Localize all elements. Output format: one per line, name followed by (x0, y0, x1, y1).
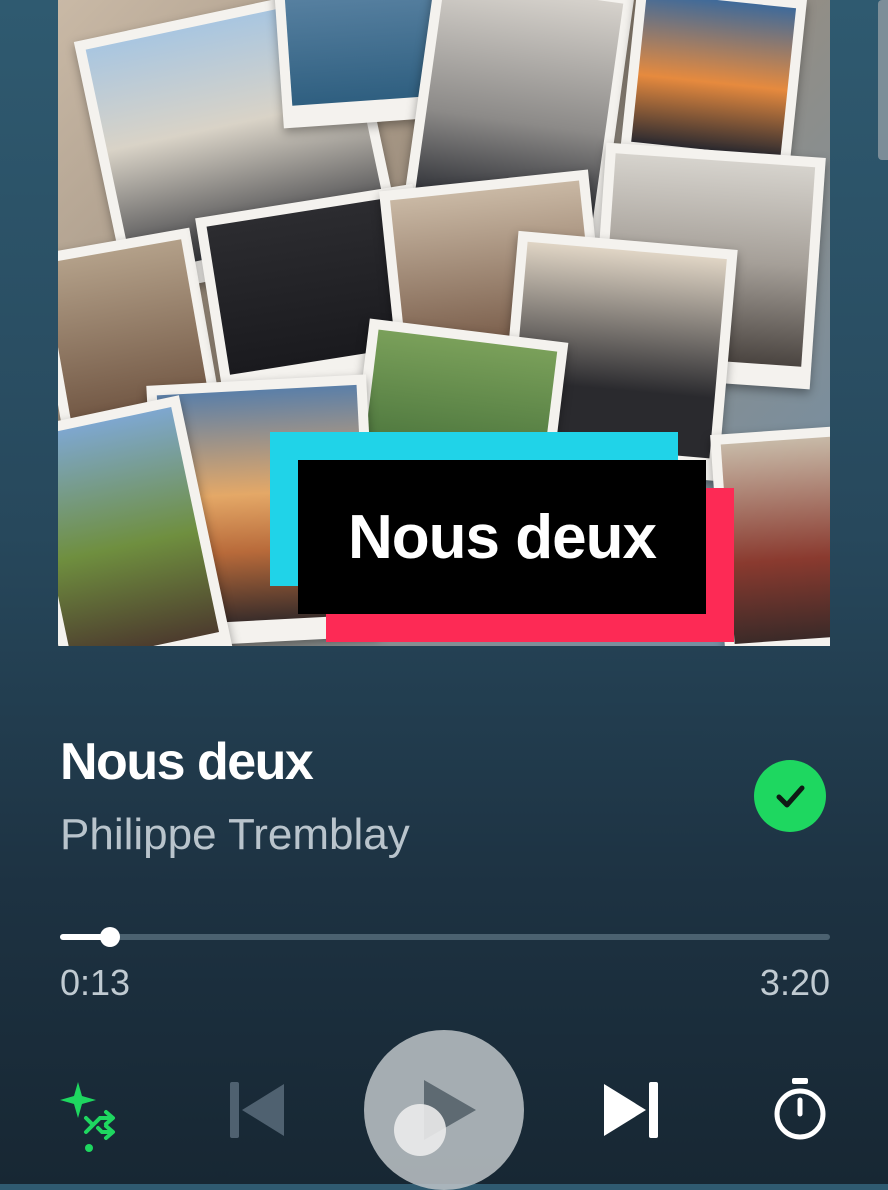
elapsed-time: 0:13 (60, 962, 131, 1003)
play-button[interactable] (364, 1030, 524, 1190)
album-cover: Nous deux (58, 0, 830, 646)
sleep-timer-button[interactable] (772, 1076, 828, 1142)
cover-title: Nous deux (348, 502, 657, 572)
check-icon (776, 785, 805, 808)
saved-button[interactable] (754, 760, 826, 832)
artist-name[interactable]: Philippe Tremblay (60, 810, 410, 860)
skip-previous-icon (230, 1082, 284, 1138)
sparkle-shuffle-icon (60, 1082, 115, 1152)
progress-bar[interactable] (60, 927, 830, 947)
smart-shuffle-button[interactable] (56, 1078, 122, 1154)
total-time: 3:20 (759, 962, 830, 1003)
scroll-indicator (878, 0, 888, 160)
previous-button[interactable] (228, 1078, 286, 1142)
timer-icon (774, 1078, 826, 1140)
next-button[interactable] (602, 1078, 660, 1142)
skip-next-icon (604, 1082, 658, 1138)
track-title: Nous deux (60, 733, 314, 791)
touch-indicator (394, 1104, 446, 1156)
progress-thumb[interactable] (100, 927, 121, 947)
play-icon (424, 1080, 476, 1140)
photo (710, 425, 830, 646)
cover-title-box: Nous deux (298, 460, 706, 614)
